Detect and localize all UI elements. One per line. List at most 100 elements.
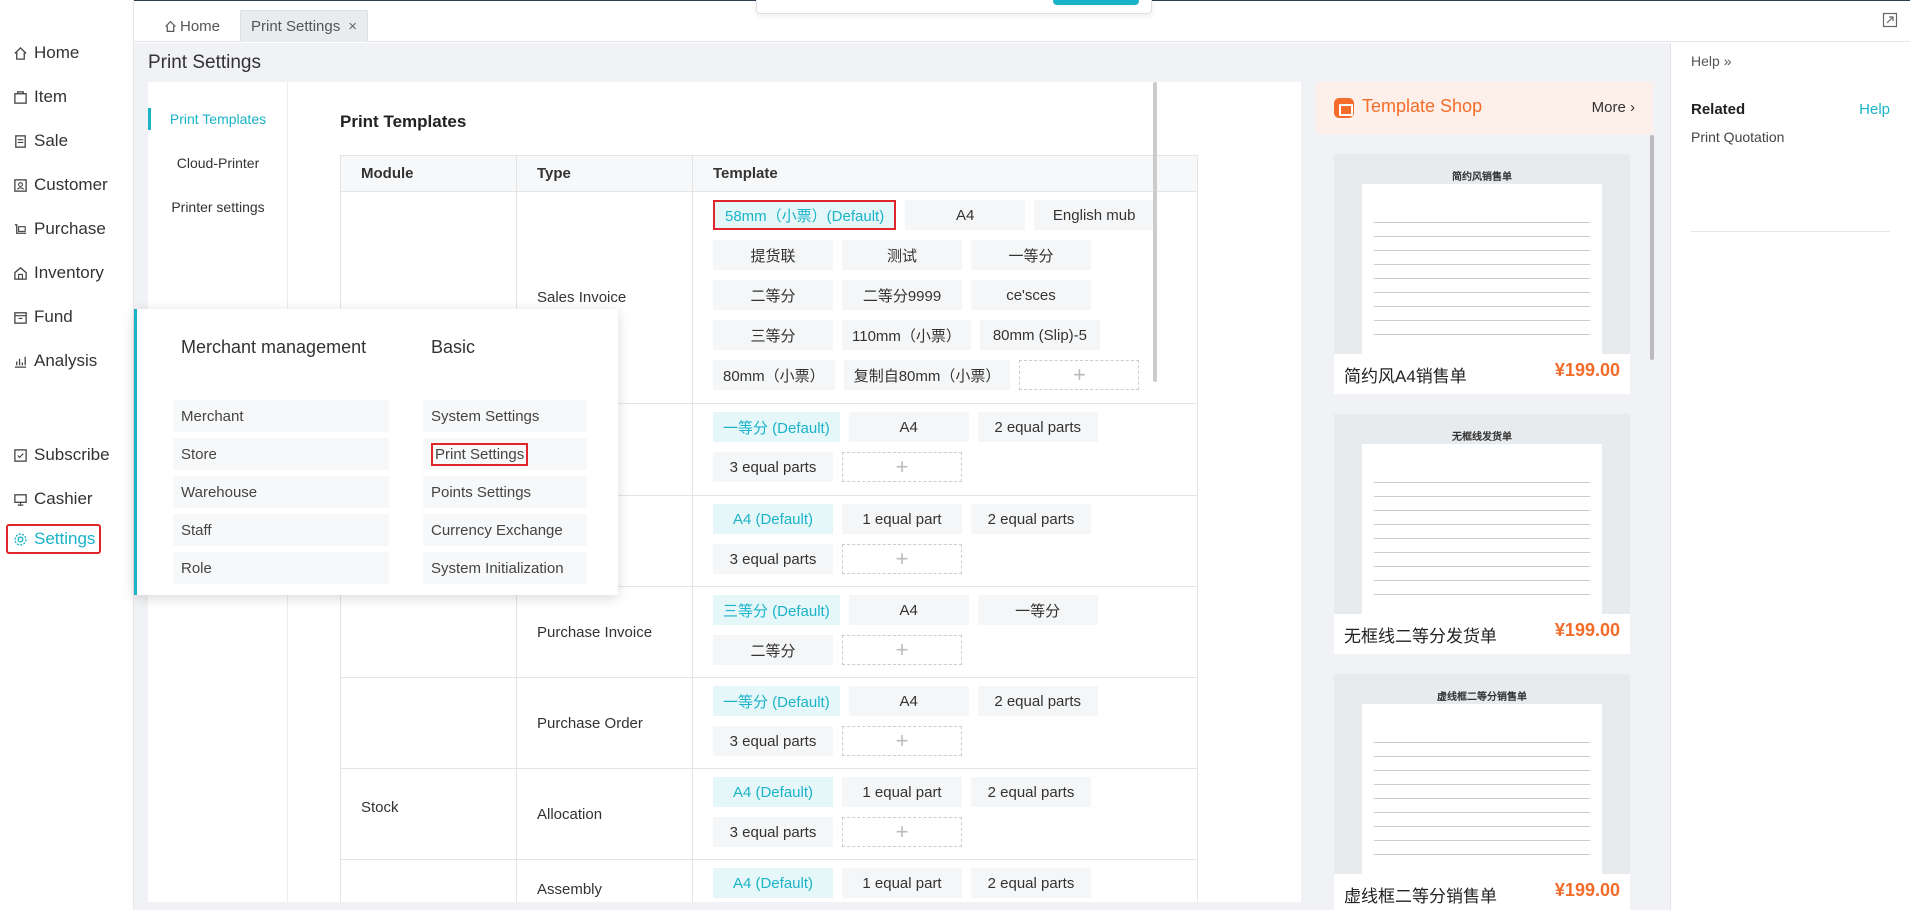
template-chip[interactable]: 2 equal parts — [971, 504, 1091, 534]
menu-item-label: Currency Exchange — [431, 521, 563, 539]
template-cell: A4 (Default) 1 equal part 2 equal parts 3 e… — [693, 496, 1197, 586]
sidebar-item-inventory[interactable]: Inventory — [12, 258, 104, 288]
template-chip[interactable]: 2 equal parts — [971, 868, 1091, 898]
menu-item-currency-exchange[interactable]: Currency Exchange — [423, 514, 587, 546]
subnav-printer-settings[interactable]: Printer settings — [148, 192, 288, 222]
template-chip[interactable]: 测试 — [842, 240, 962, 270]
template-chip[interactable]: 110mm（小票） — [842, 320, 971, 350]
template-chip-default[interactable]: 一等分 (Default) — [713, 686, 840, 716]
template-chip[interactable]: 二等分 — [713, 635, 833, 665]
help-link[interactable]: Help — [1859, 101, 1890, 118]
template-chip[interactable]: ce'sces — [971, 280, 1091, 310]
template-chip[interactable]: 2 equal parts — [971, 777, 1091, 807]
dialog-button-edge[interactable] — [1053, 0, 1139, 5]
sidebar-item-settings[interactable]: Settings — [6, 524, 102, 554]
menu-item-store[interactable]: Store — [173, 438, 389, 470]
template-chip[interactable]: 80mm (Slip)-5 — [979, 320, 1100, 350]
template-chip[interactable]: 三等分 — [713, 320, 833, 350]
sidebar-item-customer[interactable]: Customer — [12, 170, 108, 200]
template-chip[interactable]: 1 equal part — [842, 868, 962, 898]
shop-more-link[interactable]: More › — [1592, 99, 1635, 116]
sheet-line — [1374, 320, 1590, 321]
menu-item-print-settings[interactable]: Print Settings — [423, 438, 587, 470]
tab-print-settings[interactable]: Print Settings × — [240, 10, 368, 42]
menu-item-staff[interactable]: Staff — [173, 514, 389, 546]
fullscreen-icon[interactable] — [1882, 12, 1898, 28]
menu-item-merchant[interactable]: Merchant — [173, 400, 389, 432]
template-chip[interactable]: 2 equal parts — [977, 412, 1098, 442]
template-chip[interactable]: 提货联 — [713, 240, 833, 270]
sidebar-item-sale[interactable]: Sale — [12, 126, 68, 156]
template-chip[interactable]: A4 — [848, 686, 969, 716]
template-chip[interactable]: A4 — [905, 200, 1026, 230]
template-chip[interactable]: 二等分9999 — [842, 280, 962, 310]
sidebar-item-cashier[interactable]: Cashier — [12, 484, 93, 514]
template-thumbnail: 简约风销售单 — [1334, 154, 1630, 354]
template-chip[interactable]: 2 equal parts — [977, 686, 1098, 716]
template-chip-default[interactable]: A4 (Default) — [713, 504, 833, 534]
template-chip-default[interactable]: A4 (Default) — [713, 868, 833, 898]
template-chip[interactable]: 3 equal parts — [713, 544, 833, 574]
template-chip[interactable]: 3 equal parts — [713, 817, 833, 847]
template-chip[interactable]: 1 equal part — [842, 777, 962, 807]
template-cell: 一等分 (Default) A4 2 equal parts 3 equal part… — [693, 404, 1197, 495]
template-chip[interactable]: A4 — [848, 412, 969, 442]
template-chip[interactable]: A4 — [848, 595, 969, 625]
template-chip[interactable]: 3 equal parts — [713, 452, 833, 482]
template-chip[interactable]: 复制自80mm（小票） — [843, 360, 1011, 390]
table-row: Allocation A4 (Default) 1 equal part 2 equa… — [341, 769, 1197, 860]
add-template-button[interactable]: + — [842, 452, 962, 482]
template-chip[interactable]: 3 equal parts — [713, 726, 833, 756]
gear-icon — [12, 531, 28, 547]
template-chip[interactable]: 一等分 — [971, 240, 1091, 270]
sheet-line — [1374, 306, 1590, 307]
menu-item-system-settings[interactable]: System Settings — [423, 400, 587, 432]
template-chip[interactable]: 二等分 — [713, 280, 833, 310]
menu-item-system-initialization[interactable]: System Initialization — [423, 552, 587, 584]
subnav-cloud-printer[interactable]: Cloud-Printer — [148, 148, 288, 178]
sidebar-item-subscribe[interactable]: Subscribe — [12, 440, 110, 470]
shop-scrollbar[interactable] — [1650, 135, 1654, 360]
related-link-print-quotation[interactable]: Print Quotation — [1691, 129, 1784, 145]
tab-home[interactable]: Home — [154, 10, 230, 42]
add-template-button[interactable]: + — [842, 544, 962, 574]
template-card[interactable]: 简约风销售单 简约风A4销售单 ¥199.00 — [1334, 154, 1630, 394]
related-heading: Related — [1691, 101, 1746, 118]
template-chip[interactable]: English mub — [1034, 200, 1155, 230]
table-header: Module Type Template — [341, 156, 1197, 192]
sidebar-item-fund[interactable]: Fund — [12, 302, 73, 332]
customer-icon — [12, 177, 28, 193]
double-chevron-right-icon: » — [1723, 53, 1732, 69]
template-chip[interactable]: 一等分 — [977, 595, 1098, 625]
sheet-line — [1374, 742, 1590, 743]
template-chip-default[interactable]: 58mm（小票）(Default) — [713, 200, 897, 230]
template-card[interactable]: 虚线框二等分销售单 虚线框二等分销售单 ¥199.00 — [1334, 674, 1630, 910]
home-icon — [164, 20, 177, 33]
template-chip-default[interactable]: A4 (Default) — [713, 777, 833, 807]
sheet-line — [1374, 482, 1590, 483]
sidebar-item-analysis[interactable]: Analysis — [12, 346, 97, 376]
menu-item-role[interactable]: Role — [173, 552, 389, 584]
sheet-line — [1374, 756, 1590, 757]
close-icon[interactable]: × — [348, 18, 357, 35]
template-card[interactable]: 无框线发货单 无框线二等分发货单 ¥199.00 — [1334, 414, 1630, 654]
template-chip[interactable]: 1 equal part — [842, 504, 962, 534]
template-chip-default[interactable]: 一等分 (Default) — [713, 412, 840, 442]
add-template-button[interactable]: + — [842, 635, 962, 665]
add-template-button[interactable]: + — [842, 726, 962, 756]
template-cell: 58mm（小票）(Default) A4 English mub 提货联 测试 一等分 二等… — [693, 192, 1197, 403]
sidebar-item-purchase[interactable]: Purchase — [12, 214, 106, 244]
add-template-button[interactable]: + — [842, 817, 962, 847]
home-icon — [12, 45, 28, 61]
menu-item-warehouse[interactable]: Warehouse — [173, 476, 389, 508]
help-toggle[interactable]: Help » — [1691, 53, 1731, 69]
subnav-print-templates[interactable]: Print Templates — [148, 104, 288, 134]
template-chip-default[interactable]: 三等分 (Default) — [713, 595, 840, 625]
add-template-button[interactable]: + — [1019, 360, 1140, 390]
content-scrollbar[interactable] — [1153, 82, 1157, 382]
sidebar-item-home[interactable]: Home — [12, 38, 79, 68]
template-chip[interactable]: 80mm（小票） — [713, 360, 835, 390]
purchase-icon — [12, 221, 28, 237]
sidebar-item-item[interactable]: Item — [12, 82, 67, 112]
menu-item-points-settings[interactable]: Points Settings — [423, 476, 587, 508]
